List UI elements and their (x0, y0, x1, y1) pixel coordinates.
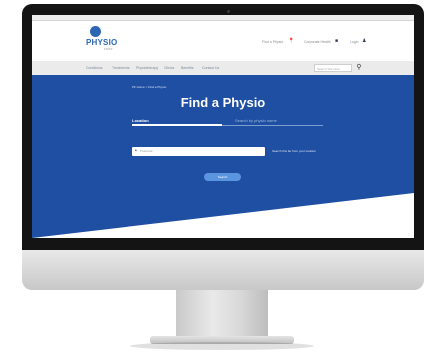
screen: PHYSIO FIRST Find a Physio 📍 Corporate H… (32, 15, 414, 238)
nav-item-benefits[interactable]: Benefits (181, 66, 194, 70)
find-physio-link[interactable]: Find a Physio (262, 40, 283, 44)
location-pin-icon: • (135, 148, 137, 154)
logo-subtext: FIRST (104, 47, 113, 51)
search-button[interactable]: Search (204, 173, 241, 181)
breadcrumb[interactable]: PF Home > Find a Physio (132, 85, 166, 89)
site-search-input[interactable]: Search Site Here (314, 64, 352, 72)
active-tab-indicator (132, 124, 222, 126)
apple-logo-icon (22, 250, 424, 290)
nav-item-physiotherapy[interactable]: Physiotherapy (136, 66, 158, 70)
corporate-health-link[interactable]: Corporate Health (304, 40, 331, 44)
tab-physio-name[interactable]: Search by physio name (235, 118, 277, 123)
site-header: PHYSIO FIRST Find a Physio 📍 Corporate H… (32, 21, 414, 61)
logo-figure-icon (90, 26, 101, 37)
monitor-chin (22, 250, 424, 290)
camera-dot (227, 10, 230, 13)
monitor-stand (176, 290, 268, 338)
logo-text: PHYSIO (86, 38, 118, 47)
location-input[interactable]: Postcode (132, 147, 265, 156)
page-title: Find a Physio (180, 95, 266, 110)
user-icon: ♟ (362, 38, 367, 44)
nav-item-clinics[interactable]: Clinics (164, 66, 174, 70)
main-nav: Conditions Treatments Physiotherapy Clin… (32, 61, 414, 75)
search-icon[interactable]: ⚲ (354, 63, 364, 73)
nav-item-treatments[interactable]: Treatments (112, 66, 130, 70)
hero-section: PF Home > Find a Physio Find a Physio Lo… (32, 75, 414, 238)
briefcase-icon: ■ (335, 38, 339, 44)
tab-location[interactable]: Location (132, 118, 149, 123)
login-link[interactable]: Login (350, 40, 359, 44)
physio-logo[interactable]: PHYSIO FIRST (86, 26, 124, 58)
nav-item-conditions[interactable]: Conditions (86, 66, 103, 70)
location-pin-icon: 📍 (288, 38, 295, 44)
radius-select[interactable]: Search this far from your location (272, 149, 316, 153)
stand-shadow (130, 342, 314, 350)
nav-item-contact[interactable]: Contact Us (202, 66, 219, 70)
